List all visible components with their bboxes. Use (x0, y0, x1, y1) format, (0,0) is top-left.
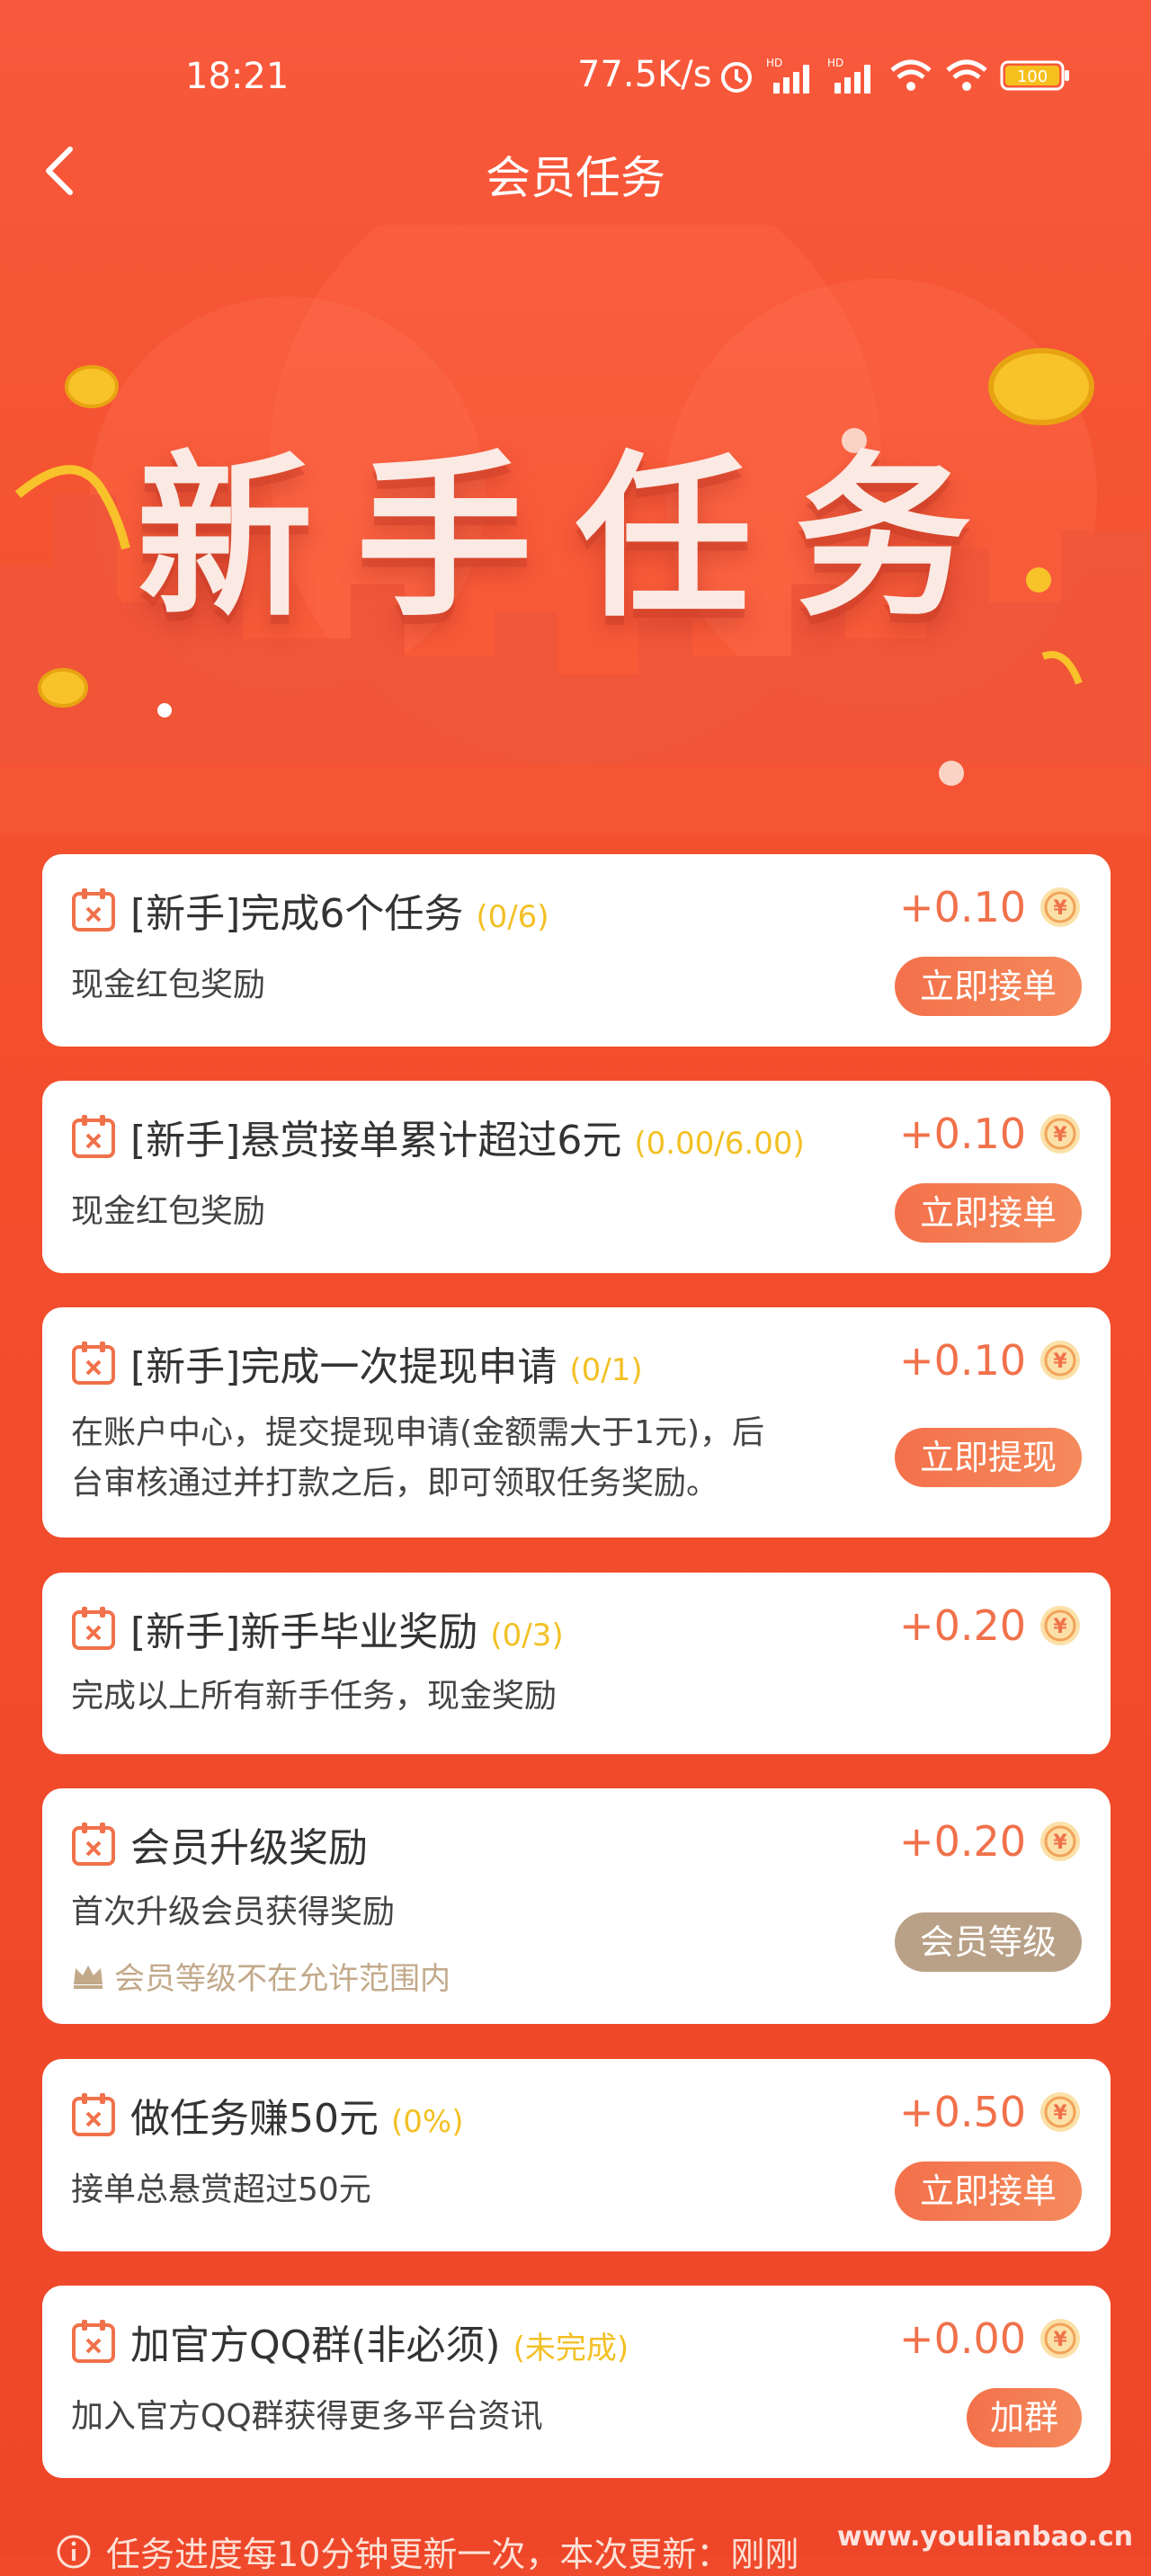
banner-title: 新手任务 (136, 436, 1014, 641)
task-reward: +0.10 ¥ (899, 1336, 1082, 1385)
task-reward: +0.10 ¥ (899, 883, 1082, 931)
task-title: 加官方QQ群(非必须) (未完成) (130, 2322, 629, 2368)
task-title: [新手]悬赏接单累计超过6元 (0.00/6.00) (130, 1118, 805, 1163)
crown-icon (74, 1965, 103, 1989)
yuan-coin-icon: ¥ (1040, 1114, 1080, 1154)
signal-hd-icon: HD (766, 57, 809, 94)
level-warning: 会员等级不在允许范围内 (71, 1954, 451, 1998)
signal-hd-icon-2: HD (827, 57, 870, 94)
svg-text:¥: ¥ (1053, 897, 1067, 920)
yuan-coin-icon: ¥ (1040, 2319, 1080, 2358)
status-time: 18:21 (185, 56, 290, 97)
accept-task-button[interactable]: 立即接单 (895, 957, 1082, 1016)
task-reward: +0.20 ¥ (899, 1817, 1082, 1866)
task-title: 做任务赚50元 (0%) (130, 2096, 464, 2142)
task-title: [新手]新手毕业奖励 (0/3) (130, 1609, 564, 1655)
task-reward: +0.20 ¥ (899, 1601, 1082, 1650)
task-card: [新手]悬赏接单累计超过6元 (0.00/6.00) +0.10 ¥ 现金红包奖励 … (42, 1081, 1111, 1273)
task-description-line: 台审核通过并打款之后，即可领取任务奖励。 (71, 1465, 719, 1502)
svg-text:HD: HD (766, 57, 782, 69)
task-card: 做任务赚50元 (0%) +0.50 ¥ 接单总悬赏超过50元 立即接单 (42, 2059, 1111, 2251)
task-description: 现金红包奖励 (71, 1193, 266, 1230)
task-calendar-icon (72, 2320, 115, 2363)
task-calendar-icon (72, 888, 115, 931)
task-title: 会员升级奖励 (130, 1825, 368, 1871)
network-speed: 77.5K/s (577, 54, 712, 95)
task-description: 现金红包奖励 (71, 967, 266, 1003)
task-reward: +0.00 ¥ (899, 2314, 1082, 2363)
nav-header: 会员任务 (0, 117, 1151, 225)
task-reward: +0.50 ¥ (899, 2088, 1082, 2136)
task-progress: (0/6) (476, 899, 549, 935)
status-bar: 18:21 77.5K/s HD HD 100 (0, 0, 1151, 108)
svg-text:¥: ¥ (1053, 1124, 1067, 1146)
task-progress: (0/3) (490, 1618, 564, 1653)
task-calendar-icon (72, 1607, 115, 1650)
task-progress: (0/1) (569, 1352, 643, 1388)
join-group-button[interactable]: 加群 (967, 2388, 1082, 2447)
svg-text:¥: ¥ (1053, 1616, 1067, 1638)
update-note-text: 任务进度每10分钟更新一次，本次更新：刚刚 (106, 2535, 799, 2574)
task-reward: +0.10 ¥ (899, 1110, 1082, 1158)
withdraw-button[interactable]: 立即提现 (895, 1428, 1082, 1487)
task-card: [新手]完成6个任务 (0/6) +0.10 ¥ 现金红包奖励 立即接单 (42, 854, 1111, 1047)
level-warning-text: 会员等级不在允许范围内 (114, 1961, 451, 1997)
newbie-banner: 新手任务 (0, 225, 1151, 836)
page-title: 会员任务 (486, 152, 665, 204)
alarm-icon (721, 62, 752, 93)
task-progress: (0.00/6.00) (634, 1126, 805, 1162)
wifi-icon (890, 59, 932, 91)
yuan-coin-icon: ¥ (1040, 1341, 1080, 1380)
member-level-button[interactable]: 会员等级 (895, 1912, 1082, 1972)
task-progress: (0%) (391, 2104, 464, 2140)
task-calendar-icon (72, 1115, 115, 1158)
svg-text:¥: ¥ (1053, 2329, 1067, 2351)
task-description: 完成以上所有新手任务，现金奖励 (71, 1678, 558, 1715)
task-card: 加官方QQ群(非必须) (未完成) +0.00 ¥ 加入官方QQ群获得更多平台资讯 … (42, 2286, 1111, 2478)
svg-text:HD: HD (827, 57, 843, 69)
task-title: [新手]完成6个任务 (0/6) (130, 891, 549, 937)
accept-task-button[interactable]: 立即接单 (895, 2162, 1082, 2221)
battery-level: 100 (1017, 67, 1048, 86)
task-description-line: 在账户中心，提交提现申请(金额需大于1元)，后 (71, 1414, 764, 1451)
watermark: www.youlianbao.cn (836, 2521, 1133, 2553)
task-calendar-icon (72, 2093, 115, 2136)
info-icon (57, 2535, 91, 2568)
battery-icon: 100 (1000, 60, 1069, 91)
status-icons: HD HD 100 (718, 56, 1072, 95)
task-card: 会员升级奖励 +0.20 ¥ 首次升级会员获得奖励 会员等级不在允许范围内 会员等… (42, 1788, 1111, 2024)
task-description: 在账户中心，提交提现申请(金额需大于1元)，后 台审核通过并打款之后，即可领取任… (71, 1408, 844, 1509)
wifi-hotspot-icon (946, 59, 987, 91)
svg-text:¥: ¥ (1053, 1832, 1067, 1854)
task-card: [新手]完成一次提现申请 (0/1) +0.10 ¥ 在账户中心，提交提现申请(金额… (42, 1307, 1111, 1538)
task-card: [新手]新手毕业奖励 (0/3) +0.20 ¥ 完成以上所有新手任务，现金奖励 (42, 1573, 1111, 1754)
task-description: 加入官方QQ群获得更多平台资讯 (71, 2398, 543, 2435)
task-description: 接单总悬赏超过50元 (71, 2171, 371, 2208)
task-progress: (未完成) (513, 2331, 629, 2367)
yuan-coin-icon: ¥ (1040, 2092, 1080, 2132)
yuan-coin-icon: ¥ (1040, 887, 1080, 927)
task-calendar-icon (72, 1823, 115, 1866)
svg-text:¥: ¥ (1053, 2102, 1067, 2125)
yuan-coin-icon: ¥ (1040, 1606, 1080, 1645)
accept-task-button[interactable]: 立即接单 (895, 1183, 1082, 1243)
task-title: [新手]完成一次提现申请 (0/1) (130, 1344, 643, 1390)
update-note: 任务进度每10分钟更新一次，本次更新：刚刚 (56, 2527, 799, 2576)
yuan-coin-icon: ¥ (1040, 1822, 1080, 1861)
task-calendar-icon (72, 1341, 115, 1385)
svg-text:¥: ¥ (1053, 1350, 1067, 1373)
task-description: 首次升级会员获得奖励 (71, 1894, 396, 1930)
